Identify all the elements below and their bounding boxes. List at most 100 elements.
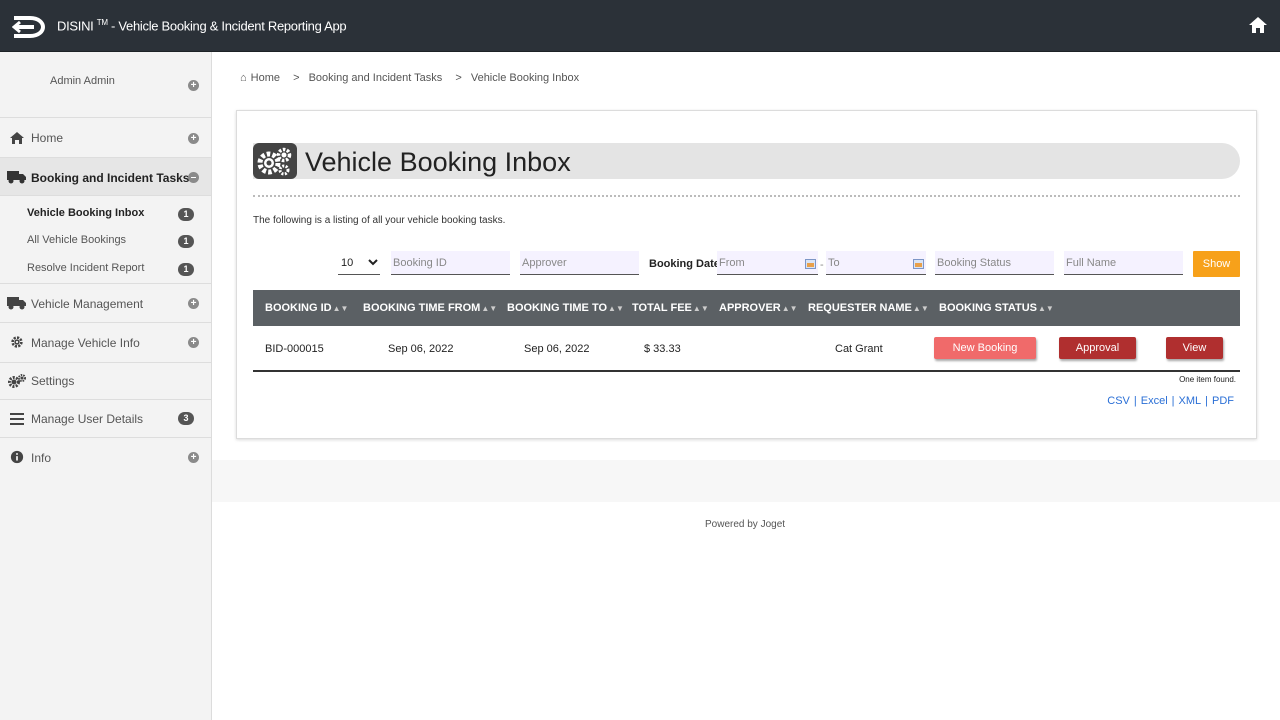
- date-from-input[interactable]: From: [717, 251, 818, 275]
- footer-powered-by: Powered by Joget: [705, 519, 786, 530]
- cell-requester-name: Cat Grant: [835, 343, 883, 355]
- sidebar-subitem-label: Vehicle Booking Inbox: [27, 207, 145, 219]
- sidebar-item-label: Settings: [31, 374, 75, 388]
- inbox-panel: Vehicle Booking Inbox The following is a…: [236, 110, 1257, 439]
- column-header-approver[interactable]: APPROVER▲▼: [719, 302, 798, 314]
- truck-icon: [7, 171, 26, 184]
- page-size-value: 10: [341, 257, 354, 269]
- calendar-icon[interactable]: [805, 259, 816, 269]
- info-icon: [10, 450, 24, 464]
- sidebar-subitem-label: Resolve Incident Report: [27, 262, 145, 274]
- date-to-input[interactable]: To: [826, 251, 926, 275]
- booking-id-input[interactable]: Booking ID: [391, 251, 510, 275]
- export-csv-link[interactable]: CSV: [1107, 395, 1130, 407]
- sort-icon: ▲▼: [332, 304, 349, 313]
- column-header-booking-status[interactable]: BOOKING STATUS▲▼: [939, 302, 1054, 314]
- sort-icon: ▲▼: [692, 304, 709, 313]
- column-header-total-fee[interactable]: TOTAL FEE▲▼: [632, 302, 709, 314]
- column-header-requester-name[interactable]: REQUESTER NAME▲▼: [808, 302, 929, 314]
- expand-icon[interactable]: +: [188, 452, 199, 463]
- breadcrumb-home[interactable]: Home: [251, 72, 280, 84]
- show-button[interactable]: Show: [1193, 251, 1240, 277]
- sort-icon: ▲▼: [608, 304, 624, 313]
- home-icon: ⌂: [240, 72, 247, 84]
- title-bar: Vehicle Booking Inbox: [253, 143, 1240, 179]
- calendar-icon[interactable]: [913, 259, 924, 269]
- table-header: BOOKING ID▲▼ BOOKING TIME FROM▲▼ BOOKING…: [253, 290, 1240, 326]
- count-badge: 1: [178, 263, 194, 276]
- user-profile[interactable]: Admin Admin +: [0, 52, 211, 118]
- booking-id-placeholder: Booking ID: [393, 257, 447, 269]
- count-badge: 3: [178, 412, 194, 425]
- booking-status-input[interactable]: Booking Status: [935, 251, 1054, 275]
- approver-placeholder: Approver: [522, 257, 567, 269]
- gears-icon: [8, 374, 26, 388]
- sidebar-item-settings[interactable]: Settings: [0, 363, 211, 400]
- booking-status-placeholder: Booking Status: [937, 257, 1011, 269]
- sidebar-item-home[interactable]: Home +: [0, 118, 211, 158]
- cell-total-fee: $ 33.33: [644, 343, 681, 355]
- export-pdf-link[interactable]: PDF: [1212, 395, 1234, 407]
- sidebar-subitem-vehicle-booking-inbox[interactable]: Vehicle Booking Inbox 1: [0, 200, 211, 227]
- collapse-icon[interactable]: [188, 172, 199, 183]
- content-bottom-band: [212, 460, 1280, 502]
- view-button[interactable]: View: [1166, 337, 1223, 359]
- expand-icon[interactable]: +: [188, 337, 199, 348]
- sidebar-item-manage-vehicle-info[interactable]: Manage Vehicle Info +: [0, 323, 211, 363]
- sidebar-item-label: Vehicle Management: [31, 297, 144, 311]
- sidebar: Admin Admin + Home + Booking and Inciden…: [0, 52, 212, 720]
- top-bar: DISINI TM - Vehicle Booking & Incident R…: [0, 0, 1280, 52]
- cell-time-to: Sep 06, 2022: [524, 343, 590, 355]
- page-title: Vehicle Booking Inbox: [305, 147, 571, 177]
- column-header-booking-time-to[interactable]: BOOKING TIME TO▲▼: [507, 302, 624, 314]
- sidebar-item-label: Booking and Incident Tasks: [31, 171, 190, 185]
- sidebar-item-label: Home: [31, 131, 64, 145]
- sort-icon: ▲▼: [481, 304, 498, 313]
- app-logo-icon[interactable]: [12, 12, 46, 42]
- expand-icon[interactable]: +: [188, 133, 199, 144]
- count-badge: 1: [178, 208, 194, 221]
- booking-date-label: Booking Date: [649, 258, 720, 270]
- menu-icon: [10, 413, 24, 425]
- sidebar-item-info[interactable]: Info +: [0, 438, 211, 478]
- approver-input[interactable]: Approver: [520, 251, 639, 275]
- breadcrumb: ⌂ Home > Booking and Incident Tasks > Veh…: [240, 72, 583, 84]
- sort-icon: ▲▼: [1037, 304, 1054, 313]
- breadcrumb-separator: >: [455, 72, 462, 84]
- cell-time-from: Sep 06, 2022: [388, 343, 454, 355]
- expand-icon[interactable]: +: [188, 80, 199, 91]
- sidebar-item-label: Manage Vehicle Info: [31, 336, 140, 350]
- breadcrumb-booking-incident-tasks[interactable]: Booking and Incident Tasks: [309, 72, 443, 84]
- sidebar-subitem-resolve-incident-report[interactable]: Resolve Incident Report 1: [0, 255, 211, 282]
- export-excel-link[interactable]: Excel: [1141, 395, 1168, 407]
- filter-bar: 10 Booking ID Approver Booking Date From…: [237, 251, 1258, 277]
- home-icon: [10, 132, 24, 144]
- date-range-separator: -: [820, 259, 824, 271]
- date-to-placeholder: To: [828, 257, 840, 269]
- page-description: The following is a listing of all your v…: [253, 215, 506, 226]
- sidebar-subitem-all-vehicle-bookings[interactable]: All Vehicle Bookings 1: [0, 227, 211, 254]
- full-name-input[interactable]: Full Name: [1064, 251, 1183, 275]
- user-name: Admin Admin: [50, 75, 115, 87]
- sort-icon: ▲▼: [912, 304, 929, 313]
- breadcrumb-separator: >: [293, 72, 300, 84]
- home-icon[interactable]: [1248, 16, 1268, 34]
- truck-icon: [7, 297, 26, 310]
- column-header-booking-time-from[interactable]: BOOKING TIME FROM▲▼: [363, 302, 497, 314]
- gears-icon: [253, 143, 297, 179]
- column-header-booking-id[interactable]: BOOKING ID▲▼: [265, 302, 348, 314]
- sidebar-item-vehicle-management[interactable]: Vehicle Management +: [0, 283, 211, 323]
- divider: [253, 195, 1240, 197]
- approval-button[interactable]: Approval: [1059, 337, 1136, 359]
- result-count: One item found.: [1179, 375, 1236, 384]
- sidebar-item-manage-user-details[interactable]: Manage User Details 3: [0, 400, 211, 438]
- sort-icon: ▲▼: [781, 304, 798, 313]
- page-size-select[interactable]: 10: [338, 253, 380, 275]
- expand-icon[interactable]: +: [188, 298, 199, 309]
- table-row: BID-000015 Sep 06, 2022 Sep 06, 2022 $ 3…: [253, 326, 1240, 372]
- sidebar-item-label: Info: [31, 451, 52, 465]
- export-xml-link[interactable]: XML: [1179, 395, 1202, 407]
- app-title: DISINI TM - Vehicle Booking & Incident R…: [57, 18, 347, 34]
- breadcrumb-current: Vehicle Booking Inbox: [470, 72, 580, 84]
- sidebar-item-booking-incident-tasks[interactable]: Booking and Incident Tasks: [0, 158, 211, 196]
